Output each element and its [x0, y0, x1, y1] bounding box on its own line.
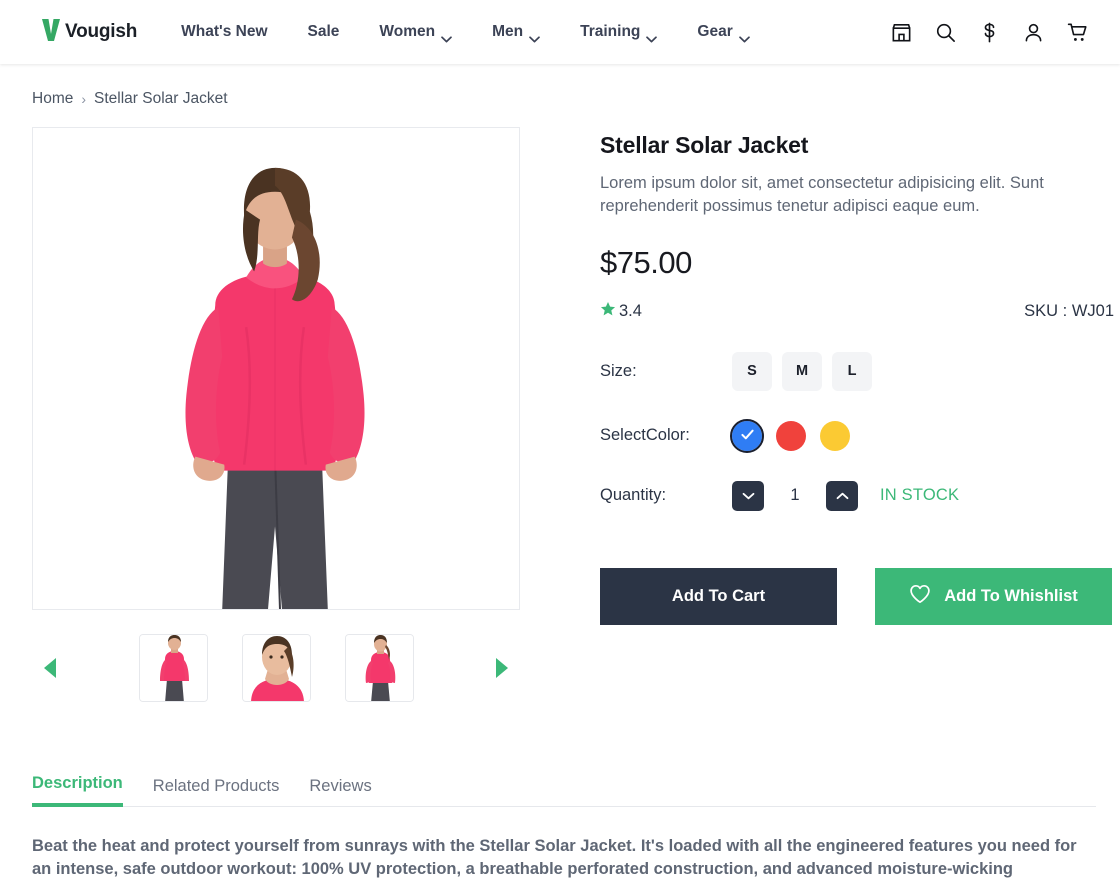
currency-dollar-icon[interactable] — [978, 21, 1001, 44]
nav-label: Men — [492, 23, 524, 40]
product-gallery — [32, 127, 520, 702]
star-icon — [600, 301, 616, 322]
product-sku: SKU : WJ01 — [1024, 301, 1114, 320]
search-icon[interactable] — [934, 21, 957, 44]
chevron-up-icon — [836, 488, 849, 503]
color-label: SelectColor: — [600, 426, 690, 445]
product-short-description: Lorem ipsum dolor sit, amet consectetur … — [600, 174, 1044, 216]
quantity-decrease-button[interactable] — [732, 480, 764, 511]
nav-label: Training — [580, 23, 641, 40]
chevron-down-icon — [742, 488, 755, 503]
nav-label: Women — [379, 23, 436, 40]
main-product-image[interactable] — [32, 127, 520, 610]
quantity-increase-button[interactable] — [826, 480, 858, 511]
chevron-down-icon — [738, 30, 750, 42]
heart-icon — [909, 584, 931, 609]
breadcrumb: Home › Stellar Solar Jacket — [0, 64, 1120, 108]
site-header: Vougish What's New Sale Women Men Traini… — [0, 0, 1120, 64]
site-logo[interactable]: Vougish — [40, 17, 137, 48]
chevron-right-icon — [496, 658, 508, 678]
tab-reviews[interactable]: Reviews — [309, 777, 371, 806]
logo-text: Vougish — [65, 21, 138, 42]
size-option-s[interactable]: S — [732, 351, 772, 391]
thumbnail-item[interactable] — [241, 634, 311, 702]
nav-item-training[interactable]: Training — [580, 23, 679, 42]
product-meta-row: 3.4 SKU : WJ01 — [600, 301, 1120, 322]
size-option-l[interactable]: L — [832, 351, 872, 391]
nav-item-whats-new[interactable]: What's New — [181, 23, 289, 41]
breadcrumb-separator-icon: › — [81, 91, 87, 107]
thumbnail-item[interactable] — [344, 634, 414, 702]
quantity-value[interactable]: 1 — [764, 486, 826, 505]
nav-item-gear[interactable]: Gear — [697, 23, 771, 42]
nav-label: What's New — [181, 23, 268, 40]
gallery-prev-button[interactable] — [32, 648, 68, 688]
product-title: Stellar Solar Jacket — [600, 132, 809, 158]
nav-label: Sale — [307, 23, 340, 40]
add-to-cart-button[interactable]: Add To Cart — [600, 567, 837, 625]
product-photo — [33, 128, 519, 609]
header-icon-group — [890, 21, 1090, 44]
chevron-left-icon — [44, 658, 56, 678]
size-label: Size: — [600, 361, 637, 380]
nav-item-women[interactable]: Women — [379, 23, 474, 42]
nav-item-men[interactable]: Men — [492, 23, 562, 42]
color-option-blue[interactable] — [730, 418, 764, 453]
check-icon — [739, 426, 756, 446]
tab-related-products[interactable]: Related Products — [153, 777, 280, 806]
quantity-label: Quantity: — [600, 486, 667, 505]
product-detail-section: Stellar Solar Jacket Lorem ipsum dolor s… — [0, 108, 1120, 702]
add-to-cart-label: Add To Cart — [671, 586, 766, 605]
product-rating: 3.4 — [600, 301, 642, 322]
tab-list: Description Related Products Reviews — [32, 774, 1096, 807]
thumbnail-item[interactable] — [138, 634, 208, 702]
size-option-m[interactable]: M — [782, 351, 822, 391]
color-option-red[interactable] — [776, 420, 806, 451]
color-option-yellow[interactable] — [820, 420, 850, 451]
product-tabs-section: Description Related Products Reviews Bea… — [0, 774, 1120, 880]
product-actions: Add To Cart Add To Whishlist — [600, 567, 1120, 625]
add-to-wishlist-label: Add To Whishlist — [944, 586, 1078, 605]
product-info-panel: Stellar Solar Jacket Lorem ipsum dolor s… — [520, 127, 1120, 702]
logo-v-mark-icon — [40, 17, 62, 48]
rating-value: 3.4 — [619, 301, 642, 320]
product-price: $75.00 — [600, 244, 692, 280]
add-to-wishlist-button[interactable]: Add To Whishlist — [875, 567, 1112, 625]
size-options: S M L — [732, 351, 872, 391]
user-account-icon[interactable] — [1022, 21, 1045, 44]
quantity-row: Quantity: 1 IN STOCK — [600, 480, 1120, 511]
nav-label: Gear — [697, 23, 733, 40]
main-nav: What's New Sale Women Men Training Gear — [181, 23, 772, 42]
breadcrumb-current-page: Stellar Solar Jacket — [94, 90, 228, 107]
chevron-down-icon — [529, 30, 540, 42]
shopping-cart-icon[interactable] — [1066, 21, 1090, 44]
thumbnail-carousel — [32, 634, 520, 702]
chevron-down-icon — [646, 30, 658, 42]
color-selector-row: SelectColor: — [600, 418, 1120, 453]
gallery-next-button[interactable] — [484, 648, 520, 688]
stock-status-badge: IN STOCK — [880, 486, 960, 505]
thumbnail-list — [138, 634, 414, 702]
tab-panel-description: Beat the heat and protect yourself from … — [32, 837, 1077, 879]
color-options — [730, 418, 850, 453]
store-icon[interactable] — [890, 21, 913, 44]
chevron-down-icon — [441, 30, 452, 42]
breadcrumb-home-link[interactable]: Home — [32, 90, 73, 108]
size-selector-row: Size: S M L — [600, 351, 1120, 391]
nav-item-sale[interactable]: Sale — [308, 23, 362, 41]
tab-description[interactable]: Description — [32, 774, 123, 807]
